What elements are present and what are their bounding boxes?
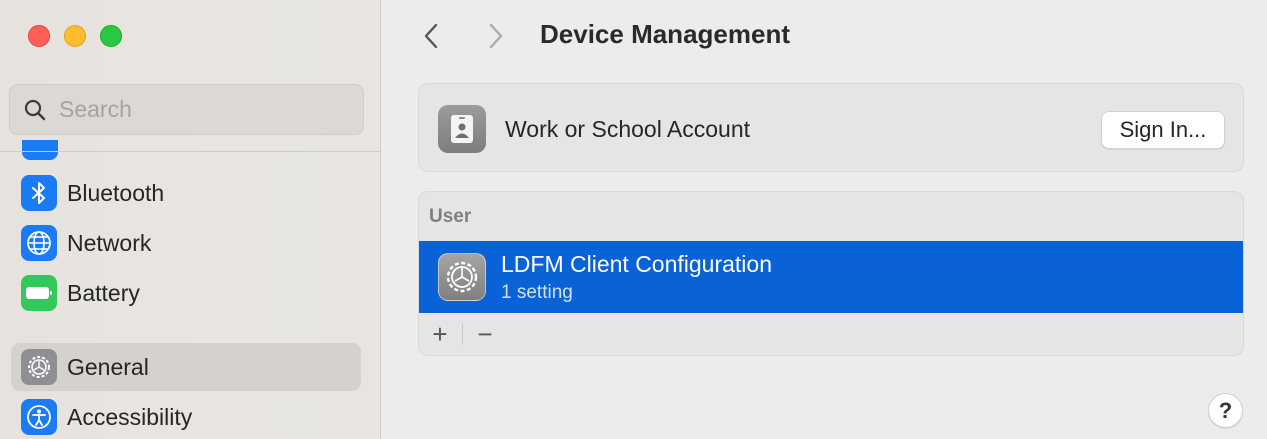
accessibility-icon [21,399,57,435]
sidebar-item-network[interactable]: Network [11,219,361,267]
list-controls: + − [419,313,1243,355]
search-input[interactable] [59,96,339,123]
profile-subtitle: 1 setting [501,282,573,303]
sidebar-item-label: Battery [67,279,140,306]
account-label: Work or School Account [505,116,751,142]
section-header-user: User [429,206,472,227]
search-field[interactable] [9,84,364,135]
network-globe-icon [21,225,57,261]
gear-icon [21,349,57,385]
gear-icon [438,253,486,301]
sidebar-item-battery[interactable]: Battery [11,269,361,317]
sidebar-item-label: Bluetooth [67,179,165,206]
profile-row-ldfm-client-configuration[interactable]: LDFM Client Configuration 1 setting [419,241,1243,313]
sidebar-divider [0,151,381,152]
chevron-right-icon [489,23,503,49]
sidebar-item-general[interactable]: General [11,343,361,391]
sidebar: Bluetooth Network Battery [0,0,381,439]
sign-in-button[interactable]: Sign In... [1101,111,1225,149]
back-button[interactable] [416,18,446,54]
chevron-left-icon [424,23,438,49]
work-school-account-card: Work or School Account Sign In... [418,83,1244,172]
close-window-button[interactable] [28,25,50,47]
page-title: Device Management [540,19,790,49]
partially-hidden-sidebar-icon [22,140,58,160]
forward-button[interactable] [481,18,511,54]
profile-title: LDFM Client Configuration [501,251,773,277]
profiles-list: User LDFM Client Configuration 1 setting… [418,191,1244,356]
list-controls-divider [462,323,463,345]
sidebar-item-accessibility[interactable]: Accessibility [11,393,361,439]
minimize-window-button[interactable] [64,25,86,47]
sidebar-item-label: Network [67,229,152,256]
add-profile-button[interactable]: + [420,319,460,349]
remove-profile-button[interactable]: − [465,319,505,349]
id-badge-icon [438,105,486,153]
battery-icon [21,275,57,311]
sidebar-item-label: General [67,353,149,380]
sidebar-item-bluetooth[interactable]: Bluetooth [11,169,361,217]
bluetooth-icon [21,175,57,211]
search-icon [24,99,46,120]
sidebar-item-label: Accessibility [67,403,193,430]
help-button[interactable]: ? [1208,393,1243,428]
zoom-window-button[interactable] [100,25,122,47]
